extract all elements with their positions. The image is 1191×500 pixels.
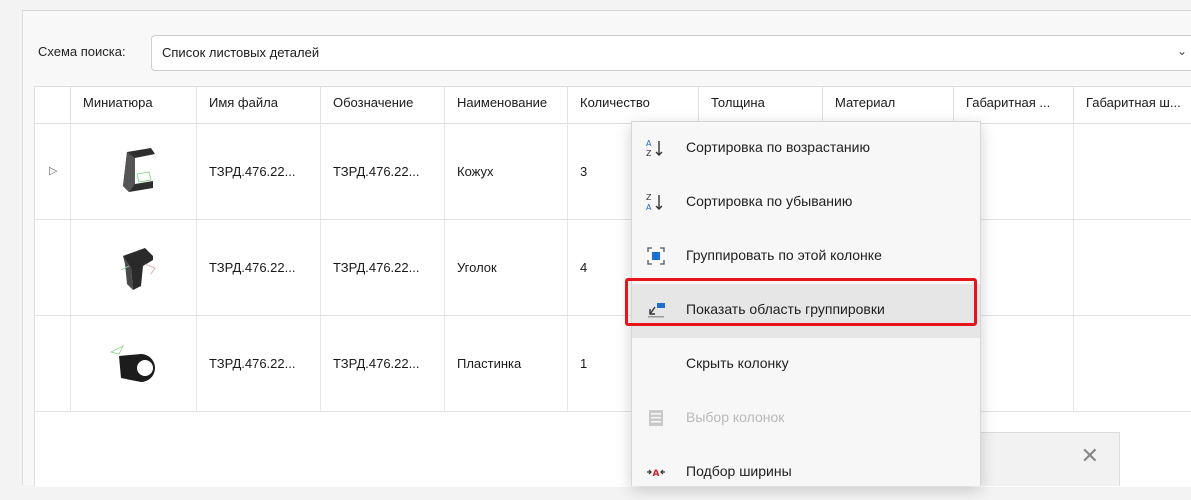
name-cell: Пластинка: [444, 316, 567, 411]
background-dialog: ✕: [966, 432, 1120, 486]
filename-cell: ТЗРД.476.22...: [196, 220, 320, 315]
menu-item-column-chooser[interactable]: Выбор колонок: [632, 392, 980, 446]
menu-item-hide-column[interactable]: Скрыть колонку: [632, 338, 980, 392]
column-header-name[interactable]: Наименование: [444, 87, 567, 123]
column-header-thumbnail[interactable]: Миниатюра: [70, 87, 196, 123]
column-header-overall-2[interactable]: Габаритная ш...: [1073, 87, 1191, 123]
table-row[interactable]: ТЗРД.476.22... ТЗРД.476.22... Уголок 4: [35, 220, 1191, 316]
designation-cell: ТЗРД.476.22...: [320, 220, 444, 315]
column-header-material[interactable]: Материал: [822, 87, 953, 123]
column-header-overall-1[interactable]: Габаритная ...: [953, 87, 1073, 123]
menu-item-sort-ascending[interactable]: A Z Сортировка по возрастанию: [632, 122, 980, 176]
filename-cell: ТЗРД.476.22...: [196, 316, 320, 411]
plate-part-thumbnail: [109, 345, 155, 382]
group-by-column-icon: [647, 247, 665, 265]
menu-item-label: Сортировка по убыванию: [686, 193, 853, 209]
cover-part-thumbnail: [123, 148, 155, 192]
thumbnail-cell: [70, 124, 196, 219]
menu-item-best-fit[interactable]: A Подбор ширины: [632, 446, 980, 500]
menu-item-label: Подбор ширины: [686, 463, 792, 479]
parts-table: Миниатюра Имя файла Обозначение Наименов…: [34, 86, 1191, 487]
filename-cell: ТЗРД.476.22...: [196, 124, 320, 219]
menu-item-label: Сортировка по возрастанию: [686, 139, 870, 155]
thumbnail-cell: [70, 220, 196, 315]
name-cell: Кожух: [444, 124, 567, 219]
thumbnail-cell: [70, 316, 196, 411]
column-header-designation[interactable]: Обозначение: [320, 87, 444, 123]
expand-row-icon[interactable]: ▷: [49, 164, 57, 177]
chevron-down-icon[interactable]: ⌄: [1177, 44, 1187, 58]
designation-cell: ТЗРД.476.22...: [320, 124, 444, 219]
table-row[interactable]: ▷ ТЗРД.476.22... ТЗРД.476.22... Кожух 3: [35, 124, 1191, 220]
menu-item-group-by-column[interactable]: Группировать по этой колонке: [632, 230, 980, 284]
overall-cell: [1073, 220, 1191, 315]
svg-text:A: A: [646, 203, 652, 212]
overall-cell: [1073, 124, 1191, 219]
search-scheme-select[interactable]: Список листовых деталей ⌄: [151, 35, 1191, 71]
svg-text:A: A: [646, 139, 652, 148]
angle-part-thumbnail: [120, 248, 156, 290]
column-chooser-icon: [649, 410, 663, 426]
menu-item-sort-descending[interactable]: Z A Сортировка по убыванию: [632, 176, 980, 230]
column-header-quantity[interactable]: Количество: [567, 87, 698, 123]
svg-text:Z: Z: [646, 193, 652, 202]
menu-item-label: Группировать по этой колонке: [686, 247, 882, 263]
name-cell: Уголок: [444, 220, 567, 315]
sort-descending-icon: Z A: [646, 193, 663, 212]
sort-ascending-icon: A Z: [646, 139, 663, 158]
overall-cell: [1073, 316, 1191, 411]
search-scheme-label: Схема поиска:: [38, 44, 126, 59]
best-fit-icon: A: [647, 469, 665, 479]
menu-item-label: Выбор колонок: [686, 409, 785, 425]
column-header-thickness[interactable]: Толщина: [698, 87, 822, 123]
search-scheme-value: Список листовых деталей: [162, 45, 320, 60]
close-icon[interactable]: ✕: [1081, 443, 1099, 469]
highlight-annotation-box: [625, 278, 977, 326]
table-row[interactable]: ТЗРД.476.22... ТЗРД.476.22... Пластинка …: [35, 316, 1191, 412]
svg-text:A: A: [653, 469, 660, 479]
column-header-filename[interactable]: Имя файла: [196, 87, 320, 123]
menu-item-label: Скрыть колонку: [686, 355, 789, 371]
designation-cell: ТЗРД.476.22...: [320, 316, 444, 411]
table-header: Миниатюра Имя файла Обозначение Наименов…: [35, 87, 1191, 124]
svg-text:Z: Z: [646, 149, 652, 158]
